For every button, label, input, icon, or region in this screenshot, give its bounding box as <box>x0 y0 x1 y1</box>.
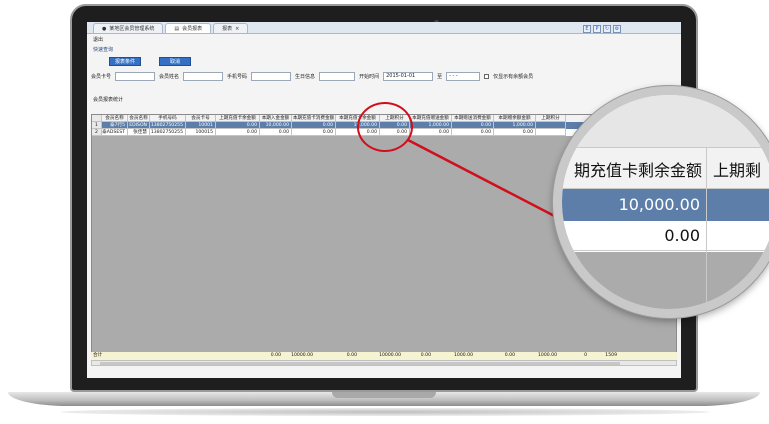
total-cell: 0.00 <box>346 353 357 358</box>
table-cell[interactable]: 0.00 <box>292 129 336 136</box>
birth-input[interactable] <box>319 72 356 81</box>
scroll-thumb[interactable] <box>100 362 620 365</box>
total-cell: 1509 <box>605 353 617 358</box>
home-icon: ● <box>102 25 107 32</box>
table-cell[interactable]: 0.00 <box>410 129 452 136</box>
cancel-button[interactable]: 取消 <box>159 57 191 66</box>
tab-extra[interactable]: 报表 × <box>213 23 249 34</box>
magnifier-next-header: 上期剩 <box>713 161 762 180</box>
total-cell: 0.00 <box>270 353 281 358</box>
column-header[interactable]: 本期充值赠送金额 <box>410 115 452 122</box>
phone-label: 手机号码 <box>227 74 248 80</box>
column-header[interactable]: 会员名称 <box>102 115 128 122</box>
card-label: 会员卡号 <box>91 74 112 80</box>
balance-checkbox-label: 仅显示有余额会员 <box>493 74 534 80</box>
row-number: 2 <box>92 129 102 136</box>
column-header[interactable]: 本期充值卡消费金额 <box>292 115 336 122</box>
table-cell[interactable]: 泰7行5 <box>102 122 128 129</box>
total-cell: 0.00 <box>504 353 515 358</box>
horizontal-scrollbar[interactable] <box>91 360 677 366</box>
column-header[interactable]: 会员名称 <box>128 115 150 122</box>
total-cell: 0 <box>584 353 587 358</box>
table-cell[interactable]: 1,000.00 <box>410 122 452 129</box>
table-cell[interactable]: 10,000.00 <box>260 122 292 129</box>
magnifier-grid-area <box>562 252 769 309</box>
refresh-icon[interactable]: ↻ <box>603 25 611 33</box>
export-icon[interactable]: E <box>583 25 591 33</box>
tab-bar: ● 某地区会员管理系统 ▤ 会员报表 报表 × E P ↻ ⚙ <box>87 22 681 34</box>
toolbar-icons: E P ↻ ⚙ <box>583 25 621 33</box>
magnifier-top-area <box>562 95 769 147</box>
magnifier-column-divider <box>706 147 707 307</box>
card-input[interactable] <box>115 72 156 81</box>
total-cell: 1000.00 <box>538 353 557 358</box>
tab-main[interactable]: ● 某地区会员管理系统 <box>93 23 164 33</box>
table-cell[interactable]: 泰ADSEST <box>102 129 128 136</box>
name-input[interactable] <box>183 72 224 81</box>
column-header[interactable]: 本期赠送消费金额 <box>452 115 494 122</box>
table-cell[interactable]: 0.00 <box>260 129 292 136</box>
birth-label: 生日信息 <box>295 74 316 80</box>
column-header[interactable]: 本期入金金额 <box>260 115 292 122</box>
magnifier-content: 期充值卡剩余金额 上期剩 10,000.00 0.00 <box>562 95 769 309</box>
table-cell[interactable]: 0.00 <box>216 129 260 136</box>
magnifier: 期充值卡剩余金额 上期剩 10,000.00 0.00 <box>553 86 769 318</box>
magnifier-value-row1: 10,000.00 <box>618 195 700 214</box>
table-cell[interactable]: 0.00 <box>494 129 536 136</box>
table-cell[interactable]: 0.00 <box>216 122 260 129</box>
table-cell[interactable]: EDISON <box>128 122 150 129</box>
table-cell[interactable]: 张佳慧 <box>128 129 150 136</box>
filter-row: 会员卡号 会员姓名 手机号码 生日信息 开始时间 2015-01-01 至 - … <box>87 69 681 84</box>
magnifier-value-row2: 0.00 <box>664 226 700 245</box>
total-cell: 10000.00 <box>379 353 401 358</box>
to-label: 至 <box>437 74 443 80</box>
quick-query-title: 快速查询 <box>93 47 114 53</box>
laptop-notch <box>332 392 436 398</box>
close-icon[interactable]: × <box>235 24 239 34</box>
total-cell: 0.00 <box>420 353 431 358</box>
name-label: 会员姓名 <box>159 74 180 80</box>
highlight-circle <box>357 102 413 152</box>
column-header[interactable]: 会员卡号 <box>186 115 216 122</box>
column-header[interactable]: 上期充值卡余金额 <box>216 115 260 122</box>
query-button[interactable]: 报表条件 <box>109 57 141 66</box>
table-cell[interactable]: 0.00 <box>292 122 336 129</box>
end-date-input[interactable]: - - - <box>446 72 481 81</box>
exit-menu[interactable]: 退出 <box>87 34 681 45</box>
table-cell[interactable]: 1,000.00 <box>494 122 536 129</box>
start-date-input[interactable]: 2015-01-01 <box>383 72 434 81</box>
table-cell[interactable]: 0.00 <box>452 122 494 129</box>
table-cell[interactable]: 10001 <box>186 122 216 129</box>
total-row: 合计 0.00 10000.00 0.00 10000.00 0.00 1000… <box>91 352 677 360</box>
tab-report[interactable]: ▤ 会员报表 <box>165 23 212 33</box>
rownum-header <box>92 115 102 122</box>
magnifier-column-header: 期充值卡剩余金额 <box>573 161 702 180</box>
print-icon[interactable]: P <box>593 25 601 33</box>
column-header[interactable]: 本期赠余额金额 <box>494 115 536 122</box>
total-cell: 1000.00 <box>454 353 473 358</box>
row-number: 1 <box>92 122 102 129</box>
report-icon: ▤ <box>174 25 180 32</box>
balance-checkbox[interactable] <box>484 74 490 79</box>
table-cell[interactable]: 13802750255 <box>150 122 186 129</box>
button-row: 报表条件 取消 <box>87 54 681 69</box>
settings-icon[interactable]: ⚙ <box>613 25 621 33</box>
total-label: 合计 <box>93 353 103 358</box>
column-header[interactable]: 手机号码 <box>150 115 186 122</box>
table-cell[interactable]: 0.00 <box>452 129 494 136</box>
start-label: 开始时间 <box>359 74 380 80</box>
phone-input[interactable] <box>251 72 292 81</box>
total-cell: 10000.00 <box>291 353 313 358</box>
table-cell[interactable]: 13802750255 <box>150 129 186 136</box>
laptop-shadow <box>60 408 710 416</box>
table-cell[interactable]: 100015 <box>186 129 216 136</box>
